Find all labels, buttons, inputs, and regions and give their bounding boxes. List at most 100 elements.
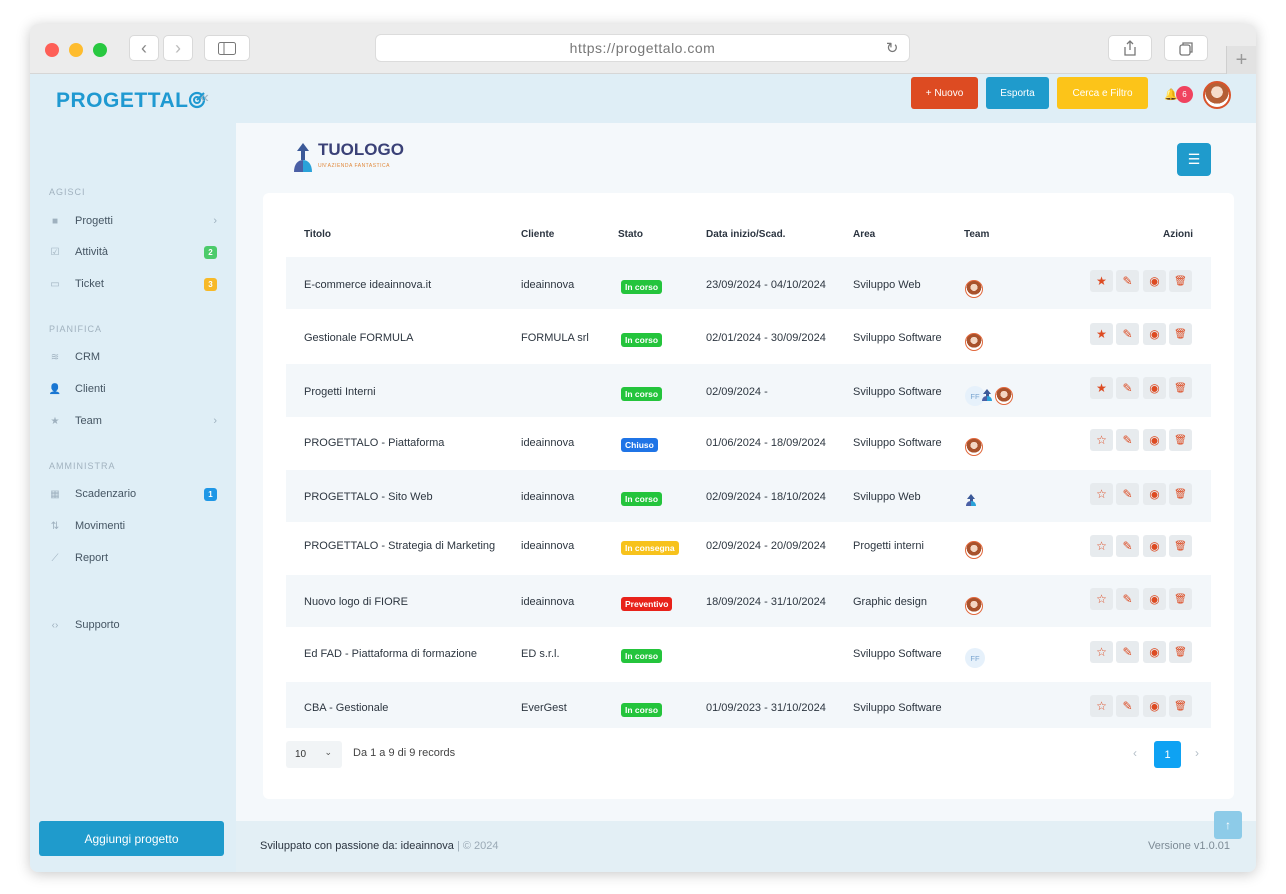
star-filled-button[interactable]: ★ bbox=[1090, 323, 1113, 345]
reload-icon[interactable]: ↻ bbox=[886, 39, 899, 57]
pencil-button[interactable]: ✎ bbox=[1116, 377, 1139, 399]
sidebar-item-clienti[interactable]: 👤 Clienti bbox=[49, 378, 217, 400]
sidebar-item-movimenti[interactable]: ⇅ Movimenti bbox=[49, 515, 217, 537]
eye-button[interactable]: ◉ bbox=[1143, 323, 1166, 345]
team-member-avatar[interactable] bbox=[995, 387, 1013, 405]
project-title[interactable]: PROGETTALO - Piattaforma bbox=[304, 437, 444, 449]
user-avatar[interactable] bbox=[1203, 81, 1231, 109]
back-button[interactable]: ‹ bbox=[129, 35, 159, 61]
project-title[interactable]: Progetti Interni bbox=[304, 386, 376, 398]
team-member-avatar[interactable] bbox=[965, 541, 983, 559]
trash-button[interactable]: 🗑 bbox=[1169, 270, 1192, 292]
eye-button[interactable]: ◉ bbox=[1143, 483, 1166, 505]
star-filled-button[interactable]: ★ bbox=[1090, 377, 1113, 399]
share-button[interactable] bbox=[1108, 35, 1152, 61]
page-1-button[interactable]: 1 bbox=[1154, 741, 1181, 768]
sidebar-item-ticket[interactable]: ▭ Ticket 3 bbox=[49, 273, 217, 295]
eye-button[interactable]: ◉ bbox=[1143, 429, 1166, 451]
sidebar-item-supporto[interactable]: ‹› Supporto bbox=[49, 614, 217, 636]
project-title[interactable]: Gestionale FORMULA bbox=[304, 332, 413, 344]
team-member-avatar[interactable] bbox=[965, 597, 983, 615]
team-member-initials[interactable]: FF bbox=[965, 648, 985, 668]
address-bar[interactable]: https://progettalo.com ↻ bbox=[375, 34, 910, 62]
sidebar-item-progetti[interactable]: ■ Progetti › bbox=[49, 210, 217, 232]
notification-badge[interactable]: 6 bbox=[1176, 86, 1193, 103]
star-outline-button[interactable]: ☆ bbox=[1090, 588, 1113, 610]
project-title[interactable]: E-commerce ideainnova.it bbox=[304, 279, 431, 291]
column-header[interactable]: Data inizio/Scad. bbox=[706, 229, 785, 240]
pencil-button[interactable]: ✎ bbox=[1116, 641, 1139, 663]
app-logo[interactable]: PROGETTAL bbox=[56, 89, 206, 113]
eye-button[interactable]: ◉ bbox=[1143, 588, 1166, 610]
team-member-avatar[interactable] bbox=[965, 438, 983, 456]
column-header[interactable]: Area bbox=[853, 229, 875, 240]
tabs-button[interactable] bbox=[1164, 35, 1208, 61]
pencil-button[interactable]: ✎ bbox=[1116, 588, 1139, 610]
column-header[interactable]: Stato bbox=[618, 229, 643, 240]
table-row[interactable]: PROGETTALO - Sito Web ideainnova In corso 0… bbox=[286, 470, 1211, 522]
table-row[interactable]: PROGETTALO - Piattaforma ideainnova Chiuso… bbox=[286, 416, 1211, 469]
pencil-button[interactable]: ✎ bbox=[1116, 695, 1139, 717]
pencil-button[interactable]: ✎ bbox=[1116, 483, 1139, 505]
eye-button[interactable]: ◉ bbox=[1143, 535, 1166, 557]
team-logo-icon[interactable] bbox=[965, 493, 983, 507]
column-header[interactable]: Titolo bbox=[304, 229, 331, 240]
trash-button[interactable]: 🗑 bbox=[1169, 429, 1192, 451]
trash-button[interactable]: 🗑 bbox=[1169, 323, 1192, 345]
table-row[interactable]: Gestionale FORMULA FORMULA srl In corso 02/… bbox=[286, 310, 1211, 362]
project-title[interactable]: PROGETTALO - Strategia di Marketing bbox=[304, 540, 495, 552]
scroll-top-button[interactable]: ↑ bbox=[1214, 811, 1242, 839]
forward-button[interactable]: › bbox=[163, 35, 193, 61]
table-row[interactable]: CBA - Gestionale EverGest In corso 01/09/20… bbox=[286, 682, 1211, 728]
table-row[interactable]: Progetti Interni In corso 02/09/2024 - Svil… bbox=[286, 364, 1211, 417]
team-member-avatar[interactable] bbox=[965, 333, 983, 351]
next-page-button[interactable]: › bbox=[1195, 746, 1199, 760]
table-row[interactable]: Ed FAD - Piattaforma di formazione ED s.r… bbox=[286, 628, 1211, 680]
sidebar-item-team[interactable]: ★ Team › bbox=[49, 410, 217, 432]
pencil-button[interactable]: ✎ bbox=[1116, 323, 1139, 345]
sidebar-item-scadenzario[interactable]: ▦ Scadenzario 1 bbox=[49, 483, 217, 505]
trash-button[interactable]: 🗑 bbox=[1169, 588, 1192, 610]
table-row[interactable]: PROGETTALO - Strategia di Marketing ideai… bbox=[286, 522, 1211, 574]
star-outline-button[interactable]: ☆ bbox=[1090, 641, 1113, 663]
trash-button[interactable]: 🗑 bbox=[1169, 641, 1192, 663]
column-header[interactable]: Team bbox=[964, 229, 989, 240]
team-member-avatar[interactable] bbox=[965, 280, 983, 298]
star-outline-button[interactable]: ☆ bbox=[1090, 695, 1113, 717]
project-title[interactable]: Nuovo logo di FIORE bbox=[304, 596, 408, 608]
table-row[interactable]: E-commerce ideainnova.it ideainnova In cor… bbox=[286, 257, 1211, 309]
sidebar-item-crm[interactable]: ≋ CRM bbox=[49, 346, 217, 368]
prev-page-button[interactable]: ‹ bbox=[1133, 746, 1137, 760]
sidebar-item-attivita[interactable]: ☑ Attività 2 bbox=[49, 241, 217, 263]
pencil-button[interactable]: ✎ bbox=[1116, 429, 1139, 451]
trash-button[interactable]: 🗑 bbox=[1169, 695, 1192, 717]
sidebar-item-report[interactable]: ⟋ Report bbox=[49, 547, 217, 569]
add-project-button[interactable]: Aggiungi progetto bbox=[39, 821, 224, 856]
table-row[interactable]: Nuovo logo di FIORE ideainnova Preventivo 1… bbox=[286, 575, 1211, 627]
new-button[interactable]: + Nuovo bbox=[911, 77, 978, 109]
trash-button[interactable]: 🗑 bbox=[1169, 377, 1192, 399]
export-button[interactable]: Esporta bbox=[986, 77, 1049, 109]
trash-button[interactable]: 🗑 bbox=[1169, 483, 1192, 505]
column-header[interactable]: Cliente bbox=[521, 229, 554, 240]
collapse-sidebar-icon[interactable]: « bbox=[200, 89, 209, 107]
close-window-button[interactable] bbox=[45, 43, 59, 57]
minimize-window-button[interactable] bbox=[69, 43, 83, 57]
sidebar-toggle-button[interactable] bbox=[204, 35, 250, 61]
pencil-button[interactable]: ✎ bbox=[1116, 535, 1139, 557]
star-outline-button[interactable]: ☆ bbox=[1090, 429, 1113, 451]
footer-company-link[interactable]: ideainnova bbox=[401, 840, 454, 852]
pencil-button[interactable]: ✎ bbox=[1116, 270, 1139, 292]
page-size-select[interactable]: 10 ⌄ bbox=[286, 741, 342, 768]
eye-button[interactable]: ◉ bbox=[1143, 377, 1166, 399]
maximize-window-button[interactable] bbox=[93, 43, 107, 57]
project-title[interactable]: CBA - Gestionale bbox=[304, 702, 388, 714]
eye-button[interactable]: ◉ bbox=[1143, 695, 1166, 717]
trash-button[interactable]: 🗑 bbox=[1169, 535, 1192, 557]
project-title[interactable]: PROGETTALO - Sito Web bbox=[304, 491, 433, 503]
eye-button[interactable]: ◉ bbox=[1143, 270, 1166, 292]
eye-button[interactable]: ◉ bbox=[1143, 641, 1166, 663]
star-outline-button[interactable]: ☆ bbox=[1090, 535, 1113, 557]
search-filter-button[interactable]: Cerca e Filtro bbox=[1057, 77, 1148, 109]
project-title[interactable]: Ed FAD - Piattaforma di formazione bbox=[304, 648, 477, 660]
